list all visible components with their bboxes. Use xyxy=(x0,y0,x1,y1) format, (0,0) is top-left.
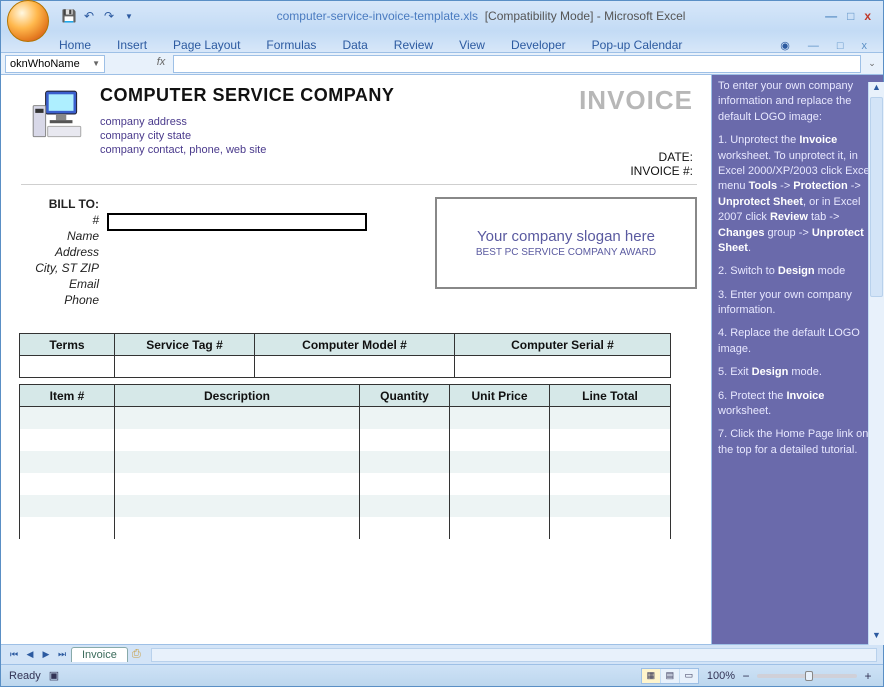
tab-review[interactable]: Review xyxy=(390,38,437,52)
zoom-in-button[interactable]: + xyxy=(861,669,875,683)
undo-icon[interactable]: ↶ xyxy=(81,8,97,24)
company-address: company address xyxy=(100,116,579,128)
tab-developer[interactable]: Developer xyxy=(507,38,570,52)
company-contact: company contact, phone, web site xyxy=(100,144,579,156)
active-cell-name[interactable] xyxy=(107,213,367,231)
invoice-title: INVOICE xyxy=(579,85,693,116)
scroll-down-icon[interactable]: ▼ xyxy=(869,630,884,645)
header-divider xyxy=(21,184,697,185)
tab-popupcal[interactable]: Pop-up Calendar xyxy=(588,38,687,52)
zoom-out-button[interactable]: − xyxy=(739,669,753,683)
tab-nav-first-icon[interactable]: ⏮ xyxy=(7,649,21,660)
ribbon-restore-button[interactable]: □ xyxy=(833,40,848,52)
qat-dropdown-icon[interactable]: ▼ xyxy=(121,8,137,24)
office-button[interactable] xyxy=(7,0,49,42)
maximize-button[interactable]: □ xyxy=(847,9,854,23)
slogan-box: Your company slogan here BEST PC SERVICE… xyxy=(435,197,697,289)
sheet-tab-invoice[interactable]: Invoice xyxy=(71,647,128,662)
save-icon[interactable]: 💾 xyxy=(61,8,77,24)
horizontal-scrollbar[interactable] xyxy=(151,648,877,662)
new-sheet-icon[interactable]: ⎙ xyxy=(132,648,141,661)
ribbon-tabs: Home Insert Page Layout Formulas Data Re… xyxy=(1,31,883,53)
vertical-scrollbar[interactable]: ▲ ▼ xyxy=(868,82,884,645)
ribbon-close-button[interactable]: x xyxy=(858,40,872,52)
status-text: Ready xyxy=(9,670,41,682)
date-label: DATE: xyxy=(579,150,693,164)
line-items-table[interactable]: Item # Description Quantity Unit Price L… xyxy=(19,384,671,539)
tab-nav-next-icon[interactable]: ▶ xyxy=(39,649,53,660)
status-bar: Ready ▣ ▦ ▤ ▭ 100% − + xyxy=(1,664,883,686)
ribbon-minimize-button[interactable]: — xyxy=(804,40,823,52)
company-logo xyxy=(15,85,100,147)
close-button[interactable]: x xyxy=(864,9,871,23)
excel-window: 💾 ↶ ↷ ▼ computer-service-invoice-templat… xyxy=(0,0,884,687)
scroll-up-icon[interactable]: ▲ xyxy=(869,82,884,97)
quick-access-toolbar: 💾 ↶ ↷ ▼ xyxy=(61,8,137,24)
tab-data[interactable]: Data xyxy=(338,38,371,52)
bill-to-labels: BILL TO: # Name Address City, ST ZIP Ema… xyxy=(15,197,107,309)
tab-insert[interactable]: Insert xyxy=(113,38,151,52)
name-box[interactable]: oknWhoName▼ xyxy=(5,55,105,73)
normal-view-button[interactable]: ▦ xyxy=(642,669,660,683)
table-row xyxy=(20,473,671,495)
formula-expand-icon[interactable]: ⌄ xyxy=(865,58,879,69)
zoom-slider[interactable] xyxy=(757,674,857,678)
tab-nav-prev-icon[interactable]: ◀ xyxy=(23,649,37,660)
tab-nav-last-icon[interactable]: ⏭ xyxy=(55,649,69,660)
fx-icon[interactable]: fx xyxy=(153,56,169,72)
formula-bar-row: oknWhoName▼ fx ⌄ xyxy=(1,53,883,75)
formula-bar[interactable] xyxy=(173,55,861,73)
window-title: computer-service-invoice-template.xls [C… xyxy=(137,9,825,23)
table-row xyxy=(20,495,671,517)
help-icon[interactable]: ◉ xyxy=(776,39,794,52)
page-layout-view-button[interactable]: ▤ xyxy=(661,669,679,683)
macro-record-icon[interactable]: ▣ xyxy=(49,669,63,683)
worksheet[interactable]: COMPUTER SERVICE COMPANY company address… xyxy=(1,75,711,644)
minimize-button[interactable]: — xyxy=(825,9,837,23)
tab-formulas[interactable]: Formulas xyxy=(262,38,320,52)
zoom-level[interactable]: 100% xyxy=(707,670,735,682)
title-bar: 💾 ↶ ↷ ▼ computer-service-invoice-templat… xyxy=(1,1,883,31)
company-name: COMPUTER SERVICE COMPANY xyxy=(100,85,579,106)
table-row xyxy=(20,451,671,473)
company-city: company city state xyxy=(100,130,579,142)
tab-page-layout[interactable]: Page Layout xyxy=(169,38,244,52)
zoom-controls: 100% − + xyxy=(707,669,875,683)
view-buttons: ▦ ▤ ▭ xyxy=(641,668,699,684)
table-row xyxy=(20,429,671,451)
table-row xyxy=(20,517,671,539)
sheet-tabs-row: ⏮ ◀ ▶ ⏭ Invoice ⎙ xyxy=(1,644,883,664)
tab-home[interactable]: Home xyxy=(55,38,95,52)
table-row xyxy=(20,407,671,429)
worksheet-area: COMPUTER SERVICE COMPANY company address… xyxy=(1,75,883,644)
tab-view[interactable]: View xyxy=(455,38,489,52)
page-break-view-button[interactable]: ▭ xyxy=(680,669,698,683)
invoice-number-label: INVOICE #: xyxy=(579,164,693,178)
service-info-table[interactable]: Terms Service Tag # Computer Model # Com… xyxy=(19,333,671,378)
redo-icon[interactable]: ↷ xyxy=(101,8,117,24)
instructions-panel: To enter your own company information an… xyxy=(711,75,883,644)
